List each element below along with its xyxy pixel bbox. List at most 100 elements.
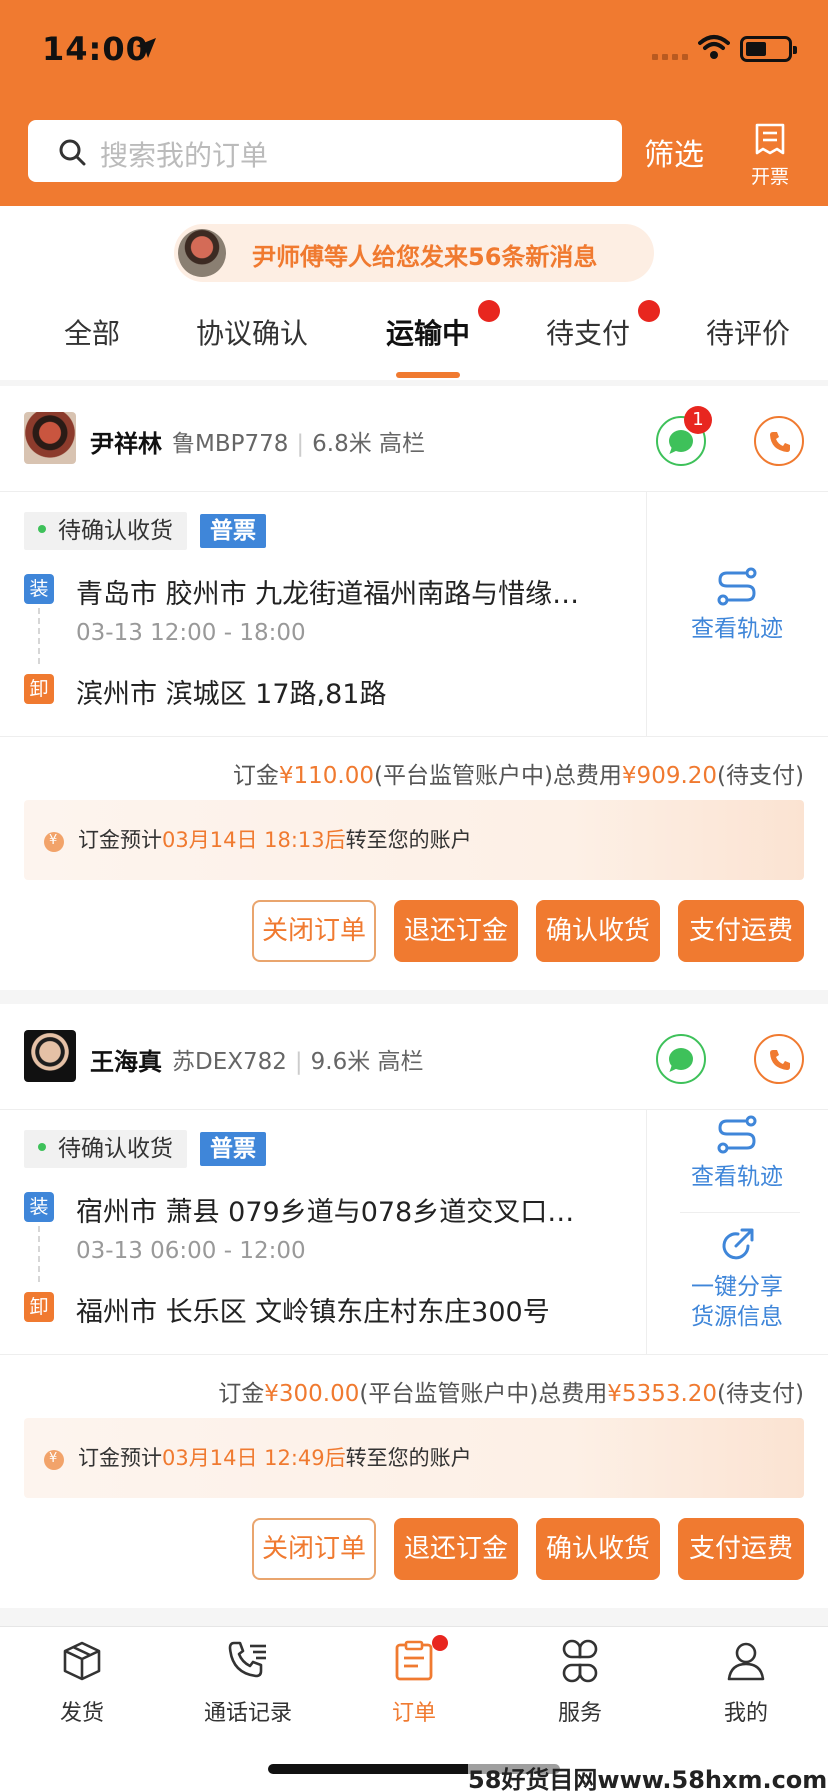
plate-number: 苏DEX782: [172, 1049, 287, 1075]
deposit-amount: ¥300.00: [264, 1381, 360, 1407]
deposit-notice: 订金预计03月14日 18:13后转至您的账户: [24, 800, 804, 880]
call-button[interactable]: [754, 1034, 804, 1084]
deposit-notice: 订金预计03月14日 12:49后转至您的账户: [24, 1418, 804, 1498]
load-address: 宿州市 萧县 079乡道与078乡道交叉口…: [76, 1197, 575, 1228]
close-order-button[interactable]: 关闭订单: [252, 900, 376, 962]
order-card: 王海真 苏DEX782 | 9.6米 高栏 待确认收货 普票 装 卸 宿州市 萧县 …: [0, 1004, 828, 1608]
truck-info: 鲁MBP778 | 6.8米 高栏: [172, 431, 426, 457]
filter-button[interactable]: 筛选: [644, 130, 704, 174]
invoice-icon: [755, 123, 785, 155]
notice-prefix: 订金预计: [78, 828, 162, 852]
location-arrow-icon: [136, 38, 156, 58]
tab-indicator: [396, 372, 460, 378]
deposit-note: (平台监管账户中)总费用: [359, 1381, 608, 1407]
divider: [0, 736, 828, 737]
truck-size: 6.8米 高栏: [312, 431, 426, 457]
avatar: [24, 1030, 76, 1082]
profile-icon: [727, 1642, 765, 1681]
wifi-icon: [698, 35, 730, 59]
load-address: 青岛市 胶州市 九龙街道福州南路与惜缘…: [76, 579, 580, 610]
chat-button[interactable]: 1: [656, 406, 712, 466]
tabbar-orders-dot: [432, 1635, 448, 1651]
deposit-label: 订金: [218, 1381, 265, 1407]
invoice-button[interactable]: 开票: [742, 122, 798, 189]
services-icon: [562, 1639, 598, 1683]
tabbar-ship-label: 发货: [59, 1701, 104, 1726]
avatar: [178, 229, 226, 277]
total-amount: ¥5353.20: [607, 1381, 718, 1407]
tab-in-transit[interactable]: 运输中: [386, 312, 470, 352]
deposit-label: 订金: [232, 763, 279, 789]
driver-name: 王海真: [90, 1048, 162, 1076]
box-icon: [63, 1641, 101, 1681]
tab-in-transit-dot: [478, 300, 500, 322]
share-label: 一键分享: [691, 1274, 783, 1300]
avatar: [24, 412, 76, 464]
status-text: 待确认收货: [58, 1136, 173, 1162]
invoice-type-badge: 普票: [200, 514, 266, 548]
pay-freight-button[interactable]: 支付运费: [678, 1518, 804, 1580]
phone-icon: [770, 1050, 790, 1070]
confirm-receipt-button[interactable]: 确认收货: [536, 1518, 660, 1580]
status-time: 14:00: [42, 30, 149, 68]
driver-row: 尹祥林 鲁MBP778 | 6.8米 高栏 1: [0, 386, 828, 492]
route-line: [38, 1226, 40, 1282]
tabbar-ship[interactable]: 发货: [22, 1639, 142, 1727]
confirm-receipt-button[interactable]: 确认收货: [536, 900, 660, 962]
notice-time: 03月14日 18:13后: [162, 828, 346, 852]
tabbar-services-label: 服务: [557, 1701, 602, 1726]
deposit-notice-text: 订金预计03月14日 18:13后转至您的账户: [78, 824, 472, 854]
view-track-label: 查看轨迹: [691, 616, 783, 642]
fee-summary: 订金¥110.00(平台监管账户中)总费用¥909.20(待支付): [233, 756, 804, 790]
chat-icon: [669, 430, 693, 452]
tabbar-services[interactable]: 服务: [520, 1639, 640, 1727]
driver-name: 尹祥林: [90, 430, 162, 458]
notice-prefix: 订金预计: [78, 1446, 162, 1470]
load-tag: 装: [24, 574, 54, 604]
notice-suffix: 转至您的账户: [345, 828, 472, 852]
share-icon: [722, 1228, 754, 1260]
tab-all[interactable]: 全部: [64, 312, 120, 352]
load-time: 03-13 12:00 - 18:00: [76, 620, 306, 646]
unread-badge: 1: [684, 406, 712, 434]
refund-deposit-button[interactable]: 退还订金: [394, 1518, 518, 1580]
watermark: 58好货目网www.58hxm.com: [468, 1760, 828, 1792]
search-input[interactable]: 搜索我的订单: [28, 120, 622, 182]
message-banner[interactable]: 尹师傅等人给您发来56条新消息: [174, 224, 654, 282]
tab-pending-payment[interactable]: 待支付: [546, 312, 630, 352]
tabbar-orders[interactable]: 订单: [354, 1635, 474, 1727]
route-icon: [717, 1115, 757, 1154]
status-text: 待确认收货: [58, 518, 173, 544]
deposit-note: (平台监管账户中)总费用: [373, 763, 622, 789]
fee-summary: 订金¥300.00(平台监管账户中)总费用¥5353.20(待支付): [218, 1374, 804, 1408]
call-button[interactable]: [754, 416, 804, 466]
status-badge: 待确认收货: [24, 1130, 187, 1168]
pay-freight-button[interactable]: 支付运费: [678, 900, 804, 962]
unload-address: 福州市 长乐区 文岭镇东庄村东庄300号: [76, 1297, 550, 1328]
share-button[interactable]: 一键分享 货源信息: [646, 1226, 828, 1332]
deposit-notice-text: 订金预计03月14日 12:49后转至您的账户: [78, 1442, 472, 1472]
view-track-button[interactable]: 查看轨迹: [646, 1114, 828, 1192]
total-note: (待支付): [717, 1381, 804, 1407]
coin-icon: [44, 832, 64, 852]
tab-pending-review[interactable]: 待评价: [706, 312, 790, 352]
tabbar-call-log[interactable]: 通话记录: [188, 1639, 308, 1727]
close-order-button[interactable]: 关闭订单: [252, 1518, 376, 1580]
load-tag: 装: [24, 1192, 54, 1222]
refund-deposit-button[interactable]: 退还订金: [394, 900, 518, 962]
message-banner-text: 尹师傅等人给您发来56条新消息: [252, 243, 598, 271]
divider: [0, 1354, 828, 1355]
chat-button[interactable]: [656, 1034, 706, 1084]
truck-info: 苏DEX782 | 9.6米 高栏: [172, 1049, 424, 1075]
view-track-button[interactable]: 查看轨迹: [646, 566, 828, 644]
order-card: 尹祥林 鲁MBP778 | 6.8米 高栏 1 待确认收货 普票 装 卸 青岛市 胶…: [0, 386, 828, 990]
tabbar-profile[interactable]: 我的: [686, 1639, 806, 1727]
coin-icon: [44, 1450, 64, 1470]
phone-icon: [770, 432, 790, 452]
tabbar-profile-label: 我的: [723, 1701, 768, 1726]
search-icon: [59, 139, 86, 166]
tab-agreement[interactable]: 协议确认: [196, 312, 308, 352]
notice-time: 03月14日 12:49后: [162, 1446, 346, 1470]
signal-icon: [652, 54, 688, 60]
chat-icon: [669, 1048, 693, 1070]
